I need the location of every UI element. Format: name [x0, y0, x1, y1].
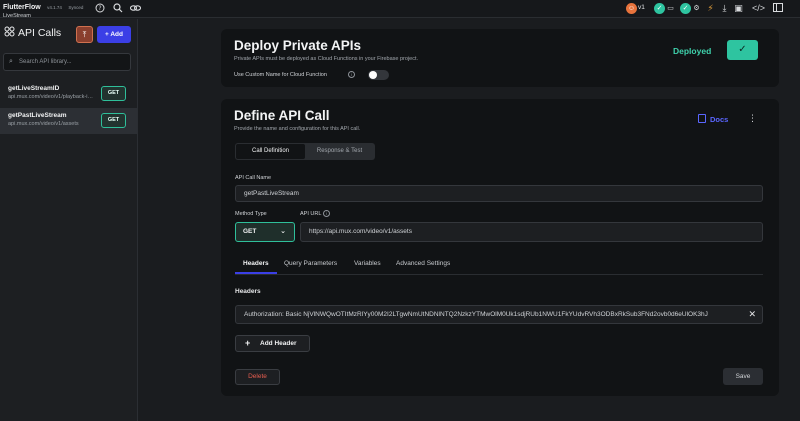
check-status-icon[interactable]: ✓: [654, 3, 665, 14]
method-badge: GET: [101, 113, 126, 128]
tab-response-test[interactable]: Response & Test: [305, 144, 374, 159]
method-type-select[interactable]: GET ⌄: [235, 222, 295, 242]
add-header-label: Add Header: [260, 340, 297, 347]
sidebar-title: API Calls: [18, 27, 62, 39]
check-icon: ✓: [738, 44, 747, 55]
define-api-call-card: Define API Call Provide the name and con…: [221, 99, 779, 396]
version-tag[interactable]: v1: [638, 4, 645, 11]
api-url-value: https://api.mux.com/video/v1/assets: [309, 228, 412, 235]
save-button[interactable]: Save: [723, 368, 763, 385]
top-bar: FlutterFlow v4.1.74 Synced LiveStream ? …: [0, 0, 800, 20]
version-avatar-icon[interactable]: ☺: [626, 3, 637, 14]
check-status-icon-2[interactable]: ✓: [680, 3, 691, 14]
deploy-button[interactable]: ✓: [727, 40, 758, 60]
tab-advanced-settings[interactable]: Advanced Settings: [396, 260, 450, 267]
layout-icon[interactable]: [772, 3, 783, 14]
search-icon: ⌕: [9, 58, 13, 65]
api-item-url: api.mux.com/video/v1/assets: [8, 121, 79, 127]
api-url-label: API URL: [300, 211, 322, 217]
api-url-input[interactable]: https://api.mux.com/video/v1/assets: [300, 222, 763, 242]
chevron-down-icon: ⌄: [280, 228, 286, 235]
api-item-name: getLiveStreamID: [8, 85, 60, 92]
search-icon[interactable]: [112, 3, 123, 14]
settings-icon[interactable]: ⚙: [691, 3, 702, 14]
define-title: Define API Call: [234, 108, 330, 123]
method-badge: GET: [101, 86, 126, 101]
api-list-item[interactable]: getLiveStreamID api.mux.com/video/v1/pla…: [0, 81, 137, 107]
link-icon[interactable]: [129, 3, 142, 14]
custom-name-toggle[interactable]: [368, 70, 389, 80]
app-version: v4.1.74: [47, 5, 62, 10]
lightning-icon[interactable]: ⚡: [705, 3, 716, 14]
info-icon[interactable]: i: [348, 71, 355, 78]
toggle-knob: [369, 71, 377, 79]
define-subtitle: Provide the name and configuration for t…: [234, 126, 361, 132]
brand: FlutterFlow v4.1.74 Synced LiveStream: [3, 1, 83, 20]
add-header-button[interactable]: + Add Header: [235, 335, 310, 352]
upload-icon: ⤒: [82, 30, 87, 39]
api-calls-sidebar: API Calls ⤒ + Add ⌕ Search API library..…: [0, 19, 138, 421]
download-icon[interactable]: ⤓: [719, 3, 730, 14]
tab-call-definition[interactable]: Call Definition: [236, 144, 305, 159]
android-icon[interactable]: ▣: [733, 3, 744, 14]
info-icon[interactable]: i: [323, 210, 330, 217]
api-item-url: api.mux.com/video/v1/playback-ids/{id}: [8, 94, 96, 100]
code-icon[interactable]: </>: [752, 3, 765, 14]
search-placeholder: Search API library...: [19, 59, 72, 65]
api-call-name-label: API Call Name: [235, 175, 272, 181]
api-item-name: getPastLiveStream: [8, 112, 67, 119]
close-icon[interactable]: ✕: [748, 306, 756, 323]
tab-query-parameters[interactable]: Query Parameters: [284, 260, 337, 267]
deploy-private-apis-card: Deploy Private APIs Private APIs must be…: [221, 29, 779, 87]
docs-link[interactable]: Docs: [698, 114, 728, 124]
chat-icon[interactable]: ▭: [665, 3, 676, 14]
delete-button[interactable]: Delete: [235, 369, 280, 385]
api-call-name-input[interactable]: getPastLiveStream: [235, 185, 763, 202]
method-value: GET: [243, 228, 257, 235]
header-input[interactable]: Authorization: Basic NjVlNWQwOTItMzRlYy0…: [235, 305, 763, 324]
document-icon: [698, 114, 706, 123]
sidebar-header: API Calls: [4, 26, 61, 40]
tab-headers[interactable]: Headers: [243, 260, 269, 267]
search-api-input[interactable]: ⌕ Search API library...: [3, 53, 131, 71]
add-api-button[interactable]: + Add: [97, 26, 131, 43]
upload-api-button[interactable]: ⤒: [76, 26, 93, 43]
deploy-status: Deployed: [673, 46, 712, 56]
api-call-name-value: getPastLiveStream: [244, 190, 299, 197]
more-options-icon[interactable]: ⋮: [748, 113, 757, 124]
svg-text:?: ?: [98, 5, 101, 12]
api-list-item-selected[interactable]: getPastLiveStream api.mux.com/video/v1/a…: [0, 108, 137, 134]
tab-variables[interactable]: Variables: [354, 260, 381, 267]
header-value: Authorization: Basic NjVlNWQwOTItMzRlYy0…: [244, 311, 708, 318]
plus-icon: +: [245, 338, 251, 348]
definition-segmented-control: Call Definition Response & Test: [235, 143, 375, 160]
api-calls-icon: [4, 26, 15, 40]
deploy-subtitle: Private APIs must be deployed as Cloud F…: [234, 56, 419, 62]
deploy-title: Deploy Private APIs: [234, 38, 362, 53]
headers-label: Headers: [235, 288, 261, 295]
method-type-label: Method Type: [235, 211, 267, 217]
docs-label: Docs: [710, 115, 729, 124]
custom-name-label: Use Custom Name for Cloud Function: [234, 72, 327, 78]
sync-status: Synced: [68, 5, 84, 10]
tab-divider: [235, 274, 763, 275]
app-name: FlutterFlow: [3, 4, 41, 11]
help-icon[interactable]: ?: [94, 3, 105, 14]
